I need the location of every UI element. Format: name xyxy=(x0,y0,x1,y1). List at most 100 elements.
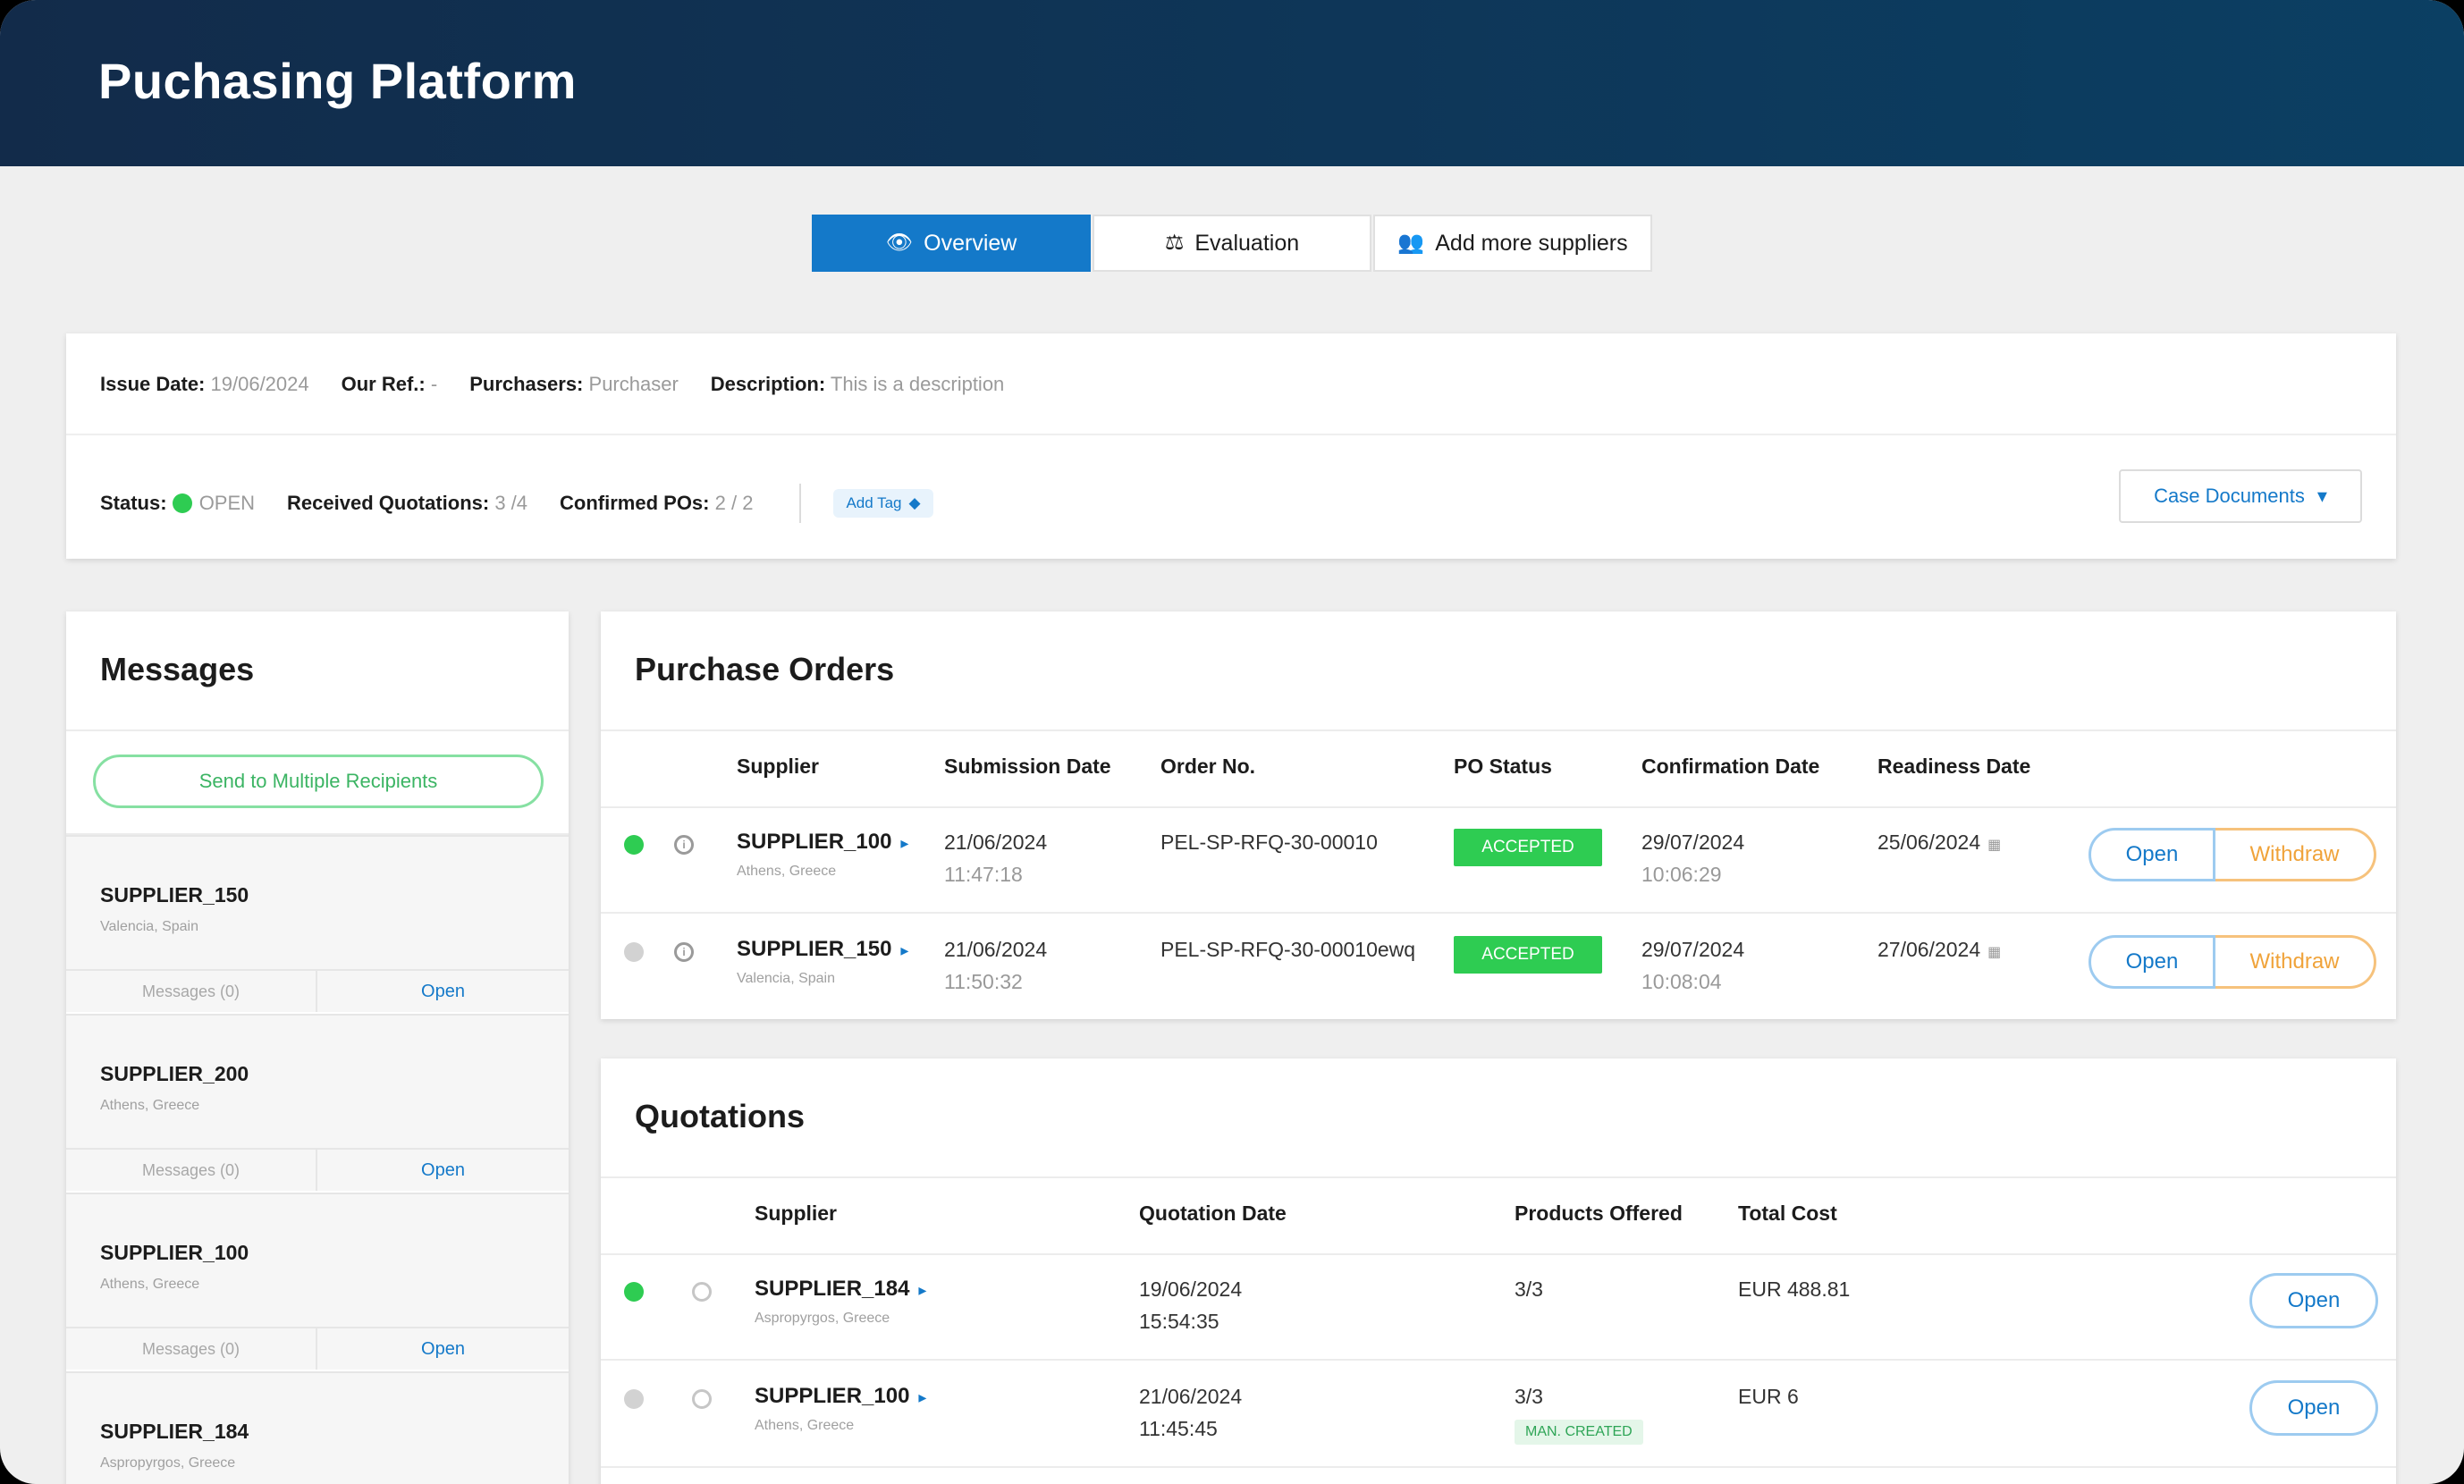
po-readiness-date[interactable]: 27/06/2024 ▦ xyxy=(1878,933,2001,969)
open-button[interactable]: Open xyxy=(2088,828,2215,881)
calendar-icon: ▦ xyxy=(1987,945,2002,960)
time-text: 10:08:04 xyxy=(1641,970,1722,993)
messages-count: Messages (0) xyxy=(66,1328,317,1370)
column-header: Confirmation Date xyxy=(1641,755,1820,778)
message-open-link[interactable]: Open xyxy=(317,1150,569,1191)
withdraw-button[interactable]: Withdraw xyxy=(2215,828,2376,881)
divider xyxy=(601,1359,2396,1361)
case-documents-label: Case Documents xyxy=(2154,485,2305,507)
date-text: 29/07/2024 xyxy=(1641,831,1745,854)
message-open-link[interactable]: Open xyxy=(317,1328,569,1370)
info-icon[interactable] xyxy=(692,1389,712,1409)
total-cost: EUR 6 xyxy=(1738,1385,1799,1408)
message-supplier-name: SUPPLIER_200 xyxy=(100,1062,249,1085)
date-text: 29/07/2024 xyxy=(1641,938,1745,961)
open-button[interactable]: Open xyxy=(2088,935,2215,989)
po-confirmation-date: 29/07/2024 10:08:04 xyxy=(1641,933,1744,998)
messages-panel: Messages Send to Multiple Recipients SUP… xyxy=(66,611,569,1484)
info-icon[interactable]: i xyxy=(674,835,694,855)
column-header: Submission Date xyxy=(944,755,1111,778)
quotation-supplier-name[interactable]: SUPPLIER_100 ▸ xyxy=(755,1384,926,1409)
column-header: Quotation Date xyxy=(1139,1202,1287,1225)
date-text: 21/06/2024 xyxy=(944,938,1048,961)
tab-add-suppliers[interactable]: 👥 Add more suppliers xyxy=(1373,215,1652,272)
status-dot-icon xyxy=(172,493,192,513)
caret-right-icon: ▸ xyxy=(918,1281,927,1299)
message-item: SUPPLIER_100 Athens, Greece Messages (0)… xyxy=(66,1193,569,1370)
purchase-orders-panel: Purchase Orders Supplier Submission Date… xyxy=(601,611,2396,1019)
quotations-title: Quotations xyxy=(635,1098,805,1134)
messages-title: Messages xyxy=(100,651,255,687)
add-tag-button[interactable]: Add Tag ◆ xyxy=(833,489,933,518)
message-supplier-location: Athens, Greece xyxy=(100,1098,200,1113)
tab-bar: 👁 Overview ⚖ Evaluation 👥 Add more suppl… xyxy=(812,215,1652,272)
status-label: Status: xyxy=(100,492,167,514)
po-actions: Open Withdraw xyxy=(2088,935,2376,989)
message-supplier-name: SUPPLIER_150 xyxy=(100,883,249,906)
tab-label: Evaluation xyxy=(1194,230,1300,256)
message-supplier-location: Athens, Greece xyxy=(100,1277,200,1292)
products-offered: 3/3 xyxy=(1515,1277,1543,1301)
time-text: 11:47:18 xyxy=(944,863,1023,886)
calendar-icon: ▦ xyxy=(1987,838,2002,853)
date-text: 19/06/2024 xyxy=(1139,1277,1243,1301)
message-item: SUPPLIER_200 Athens, Greece Messages (0)… xyxy=(66,1014,569,1191)
message-footer: Messages (0) Open xyxy=(66,969,569,1012)
users-icon: 👥 xyxy=(1397,231,1425,255)
divider xyxy=(601,912,2396,914)
messages-count: Messages (0) xyxy=(66,971,317,1012)
message-footer: Messages (0) Open xyxy=(66,1148,569,1191)
time-text: 11:50:32 xyxy=(944,970,1023,993)
divider xyxy=(601,729,2396,731)
app-header: Puchasing Platform xyxy=(0,0,2464,166)
caret-right-icon: ▸ xyxy=(900,834,909,852)
divider xyxy=(601,806,2396,808)
message-supplier-name: SUPPLIER_100 xyxy=(100,1241,249,1264)
eye-icon: 👁 xyxy=(885,231,914,255)
tab-evaluation[interactable]: ⚖ Evaluation xyxy=(1093,215,1371,272)
send-multiple-button[interactable]: Send to Multiple Recipients xyxy=(93,755,544,808)
time-text: 15:54:35 xyxy=(1139,1310,1219,1333)
description-label: Description: xyxy=(710,373,826,395)
case-meta-row: Issue Date: 19/06/2024 Our Ref.: - Purch… xyxy=(100,373,1004,396)
po-supplier-location: Valencia, Spain xyxy=(737,971,835,986)
divider xyxy=(66,434,2396,435)
confirmed-pos-value: 2 / 2 xyxy=(714,492,754,514)
products-offered: 3/3 xyxy=(1515,1385,1543,1408)
active-status-dot-icon xyxy=(624,835,644,855)
column-header: Supplier xyxy=(755,1202,838,1225)
case-info-card: Issue Date: 19/06/2024 Our Ref.: - Purch… xyxy=(66,333,2396,559)
info-icon[interactable] xyxy=(692,1282,712,1302)
po-submission-date: 21/06/2024 11:47:18 xyxy=(944,826,1047,890)
description-value: This is a description xyxy=(830,373,1005,395)
inactive-status-dot-icon xyxy=(624,1389,644,1409)
our-ref-value: - xyxy=(430,373,438,395)
message-open-link[interactable]: Open xyxy=(317,971,569,1012)
supplier-name-text: SUPPLIER_150 xyxy=(737,937,892,961)
inactive-status-dot-icon xyxy=(624,942,644,962)
po-supplier-name[interactable]: SUPPLIER_100 ▸ xyxy=(737,830,908,855)
quotation-date: 21/06/2024 11:45:45 xyxy=(1139,1380,1242,1445)
quotation-supplier-location: Athens, Greece xyxy=(755,1418,855,1433)
chevron-down-icon: ▾ xyxy=(2316,485,2327,507)
date-text: 25/06/2024 xyxy=(1878,831,1981,854)
purchasers-label: Purchasers: xyxy=(469,373,584,395)
case-documents-dropdown[interactable]: Case Documents ▾ xyxy=(2119,469,2362,523)
po-readiness-date[interactable]: 25/06/2024 ▦ xyxy=(1878,826,2001,862)
quotations-panel: Quotations Supplier Quotation Date Produ… xyxy=(601,1058,2396,1484)
po-supplier-location: Athens, Greece xyxy=(737,864,837,879)
po-supplier-name[interactable]: SUPPLIER_150 ▸ xyxy=(737,937,908,962)
info-icon[interactable]: i xyxy=(674,942,694,962)
time-text: 10:06:29 xyxy=(1641,863,1722,886)
open-button[interactable]: Open xyxy=(2249,1273,2378,1328)
case-status-row: Status: OPEN Received Quotations: 3 /4 C… xyxy=(100,484,933,523)
supplier-name-text: SUPPLIER_100 xyxy=(737,830,892,854)
quotation-supplier-name[interactable]: SUPPLIER_184 ▸ xyxy=(755,1277,926,1302)
quotation-date: 19/06/2024 15:54:35 xyxy=(1139,1273,1242,1337)
tab-overview[interactable]: 👁 Overview xyxy=(812,215,1091,272)
divider xyxy=(799,484,802,523)
our-ref-label: Our Ref.: xyxy=(341,373,426,395)
withdraw-button[interactable]: Withdraw xyxy=(2215,935,2376,989)
open-button[interactable]: Open xyxy=(2249,1380,2378,1436)
po-confirmation-date: 29/07/2024 10:06:29 xyxy=(1641,826,1744,890)
